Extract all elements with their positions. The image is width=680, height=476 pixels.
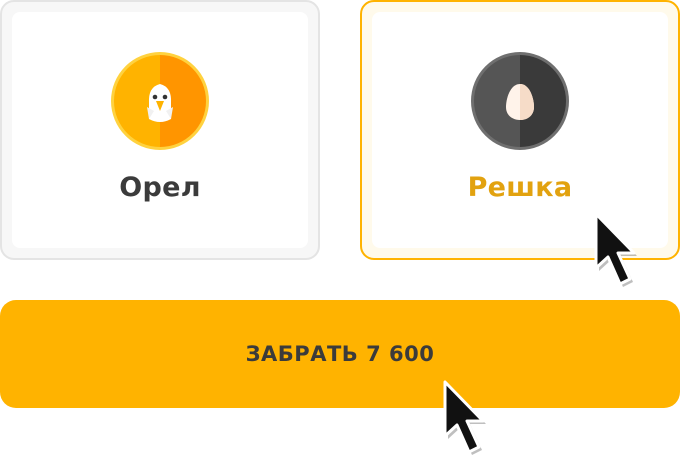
option-card-eagle[interactable]: Орел: [0, 0, 320, 260]
egg-coin-icon: [471, 52, 569, 150]
collect-button-label: ЗАБРАТЬ 7 600: [245, 342, 435, 366]
option-label-tails: Решка: [467, 172, 573, 203]
option-label-eagle: Орел: [119, 172, 201, 203]
coin-flip-widget: Орел Решка ЗАБРАТЬ 7 600: [0, 0, 680, 476]
eagle-coin-icon: [111, 52, 209, 150]
mouse-pointer-icon: [443, 380, 486, 455]
mouse-pointer-icon: [594, 212, 637, 287]
collect-button[interactable]: ЗАБРАТЬ 7 600: [0, 300, 680, 408]
